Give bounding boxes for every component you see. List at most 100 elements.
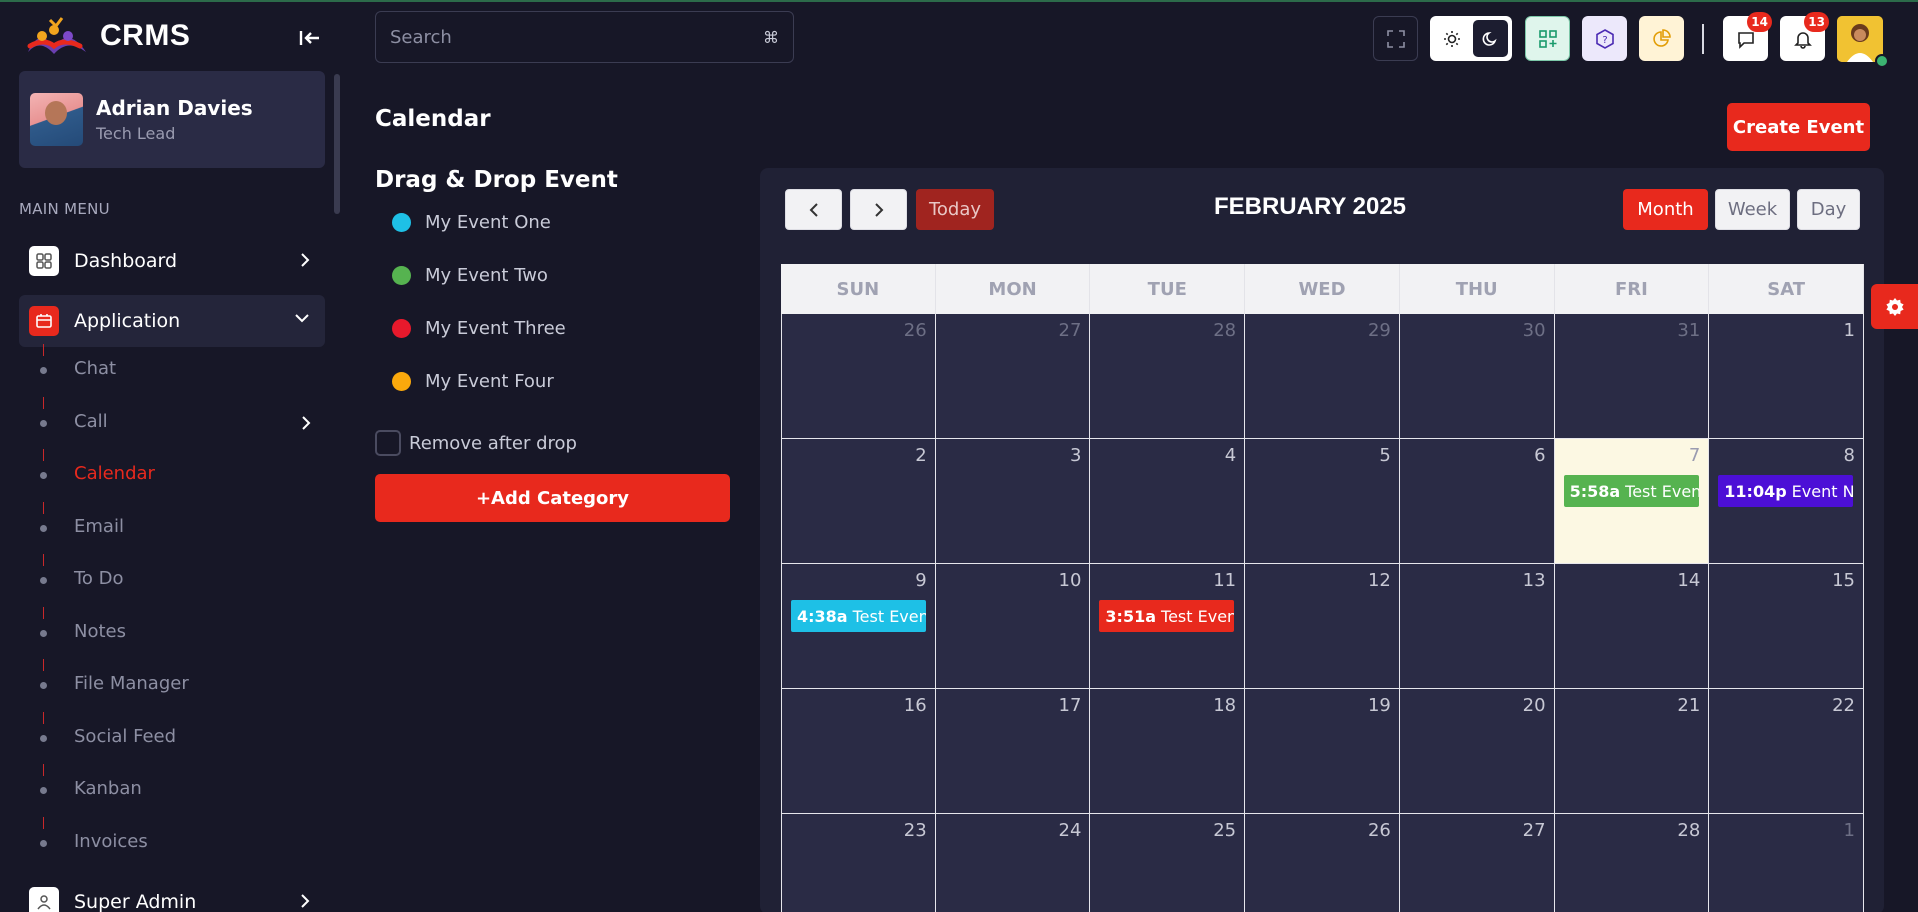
submenu-item-file-manager[interactable]: File Manager (0, 659, 340, 711)
day-number[interactable]: 26 (1368, 820, 1391, 841)
draggable-event[interactable]: My Event One (392, 208, 551, 236)
logo[interactable]: CRMS (20, 16, 190, 56)
user-profile-card[interactable]: Adrian Davies Tech Lead (19, 71, 325, 168)
moon-icon[interactable] (1473, 20, 1508, 57)
day-view-button[interactable]: Day (1797, 189, 1860, 230)
calendar-day-cell[interactable]: 15 (1709, 564, 1864, 689)
theme-toggle[interactable] (1430, 16, 1512, 61)
submenu-item-todo[interactable]: To Do (0, 554, 340, 606)
day-number[interactable]: 30 (1523, 320, 1546, 341)
create-event-button[interactable]: Create Event (1727, 103, 1870, 151)
day-number[interactable]: 1 (1844, 320, 1855, 341)
calendar-day-cell[interactable]: 18 (1090, 689, 1246, 814)
calendar-day-cell[interactable]: 23 (781, 814, 936, 912)
day-number[interactable]: 14 (1677, 570, 1700, 591)
next-month-button[interactable] (850, 189, 907, 230)
calendar-day-cell[interactable]: 11 3:51aTest Event (1090, 564, 1246, 689)
calendar-day-cell[interactable]: 26 (781, 314, 936, 439)
submenu-item-notes[interactable]: Notes (0, 607, 340, 659)
calendar-day-cell[interactable]: 29 (1245, 314, 1400, 439)
day-number[interactable]: 10 (1059, 570, 1082, 591)
day-number[interactable]: 17 (1059, 695, 1082, 716)
calendar-day-cell[interactable]: 9 4:38aTest Event (781, 564, 936, 689)
day-number[interactable]: 5 (1379, 445, 1390, 466)
day-number[interactable]: 3 (1070, 445, 1081, 466)
apps-button[interactable] (1525, 16, 1570, 61)
day-number[interactable]: 25 (1213, 820, 1236, 841)
calendar-day-cell[interactable]: 12 (1245, 564, 1400, 689)
calendar-event[interactable]: 3:51aTest Event (1099, 600, 1235, 632)
day-number[interactable]: 19 (1368, 695, 1391, 716)
search-input[interactable] (390, 26, 763, 48)
calendar-day-cell[interactable]: 24 (935, 814, 1091, 912)
help-button[interactable]: ? (1582, 16, 1627, 61)
calendar-day-cell[interactable]: 13 (1399, 564, 1555, 689)
week-view-button[interactable]: Week (1715, 189, 1790, 230)
add-category-button[interactable]: +Add Category (375, 474, 730, 522)
sidebar-scrollbar[interactable] (334, 74, 340, 214)
calendar-day-cell[interactable]: 28 (1554, 814, 1710, 912)
calendar-day-cell[interactable]: 14 (1554, 564, 1710, 689)
messages-button[interactable]: 14 (1723, 12, 1772, 61)
month-view-button[interactable]: Month (1623, 189, 1708, 230)
calendar-day-cell[interactable]: 31 (1554, 314, 1710, 439)
notifications-button[interactable]: 13 (1780, 12, 1829, 61)
calendar-day-cell[interactable]: 4 (1090, 439, 1246, 564)
calendar-day-cell[interactable]: 1 (1709, 314, 1864, 439)
user-avatar-button[interactable] (1837, 16, 1889, 68)
day-number[interactable]: 11 (1213, 570, 1236, 591)
calendar-day-cell[interactable]: 6 (1399, 439, 1555, 564)
calendar-day-cell[interactable]: 27 (935, 314, 1091, 439)
calendar-day-cell[interactable]: 7 5:58aTest Event (1554, 439, 1710, 564)
submenu-item-kanban[interactable]: Kanban (0, 764, 340, 816)
day-number[interactable]: 12 (1368, 570, 1391, 591)
calendar-day-cell[interactable]: 19 (1245, 689, 1400, 814)
day-number[interactable]: 1 (1844, 820, 1855, 841)
calendar-day-cell[interactable]: 20 (1399, 689, 1555, 814)
sidebar-item-dashboard[interactable]: Dashboard (19, 235, 325, 287)
calendar-event[interactable]: 11:04pEvent Na (1718, 475, 1854, 507)
day-number[interactable]: 15 (1832, 570, 1855, 591)
day-number[interactable]: 21 (1677, 695, 1700, 716)
draggable-event[interactable]: My Event Two (392, 261, 548, 289)
day-number[interactable]: 7 (1689, 445, 1700, 466)
day-number[interactable]: 20 (1523, 695, 1546, 716)
day-number[interactable]: 9 (915, 570, 926, 591)
reports-button[interactable] (1639, 16, 1684, 61)
calendar-day-cell[interactable]: 17 (935, 689, 1091, 814)
calendar-day-cell[interactable]: 10 (935, 564, 1091, 689)
day-number[interactable]: 22 (1832, 695, 1855, 716)
day-number[interactable]: 18 (1213, 695, 1236, 716)
submenu-item-invoices[interactable]: Invoices (0, 817, 340, 869)
calendar-event[interactable]: 5:58aTest Event (1563, 475, 1699, 507)
day-number[interactable]: 24 (1059, 820, 1082, 841)
draggable-event[interactable]: My Event Three (392, 314, 566, 342)
calendar-day-cell[interactable]: 21 (1554, 689, 1710, 814)
calendar-day-cell[interactable]: 25 (1090, 814, 1246, 912)
day-number[interactable]: 2 (915, 445, 926, 466)
calendar-day-cell[interactable]: 30 (1399, 314, 1555, 439)
remove-after-drop-checkbox[interactable] (375, 430, 401, 456)
settings-button[interactable] (1871, 284, 1918, 329)
calendar-day-cell[interactable]: 2 (781, 439, 936, 564)
submenu-item-social-feed[interactable]: Social Feed (0, 712, 340, 764)
calendar-day-cell[interactable]: 26 (1245, 814, 1400, 912)
calendar-day-cell[interactable]: 8 11:04pEvent Na (1709, 439, 1864, 564)
day-number[interactable]: 26 (904, 320, 927, 341)
day-number[interactable]: 28 (1213, 320, 1236, 341)
calendar-day-cell[interactable]: 27 (1399, 814, 1555, 912)
submenu-item-chat[interactable]: Chat (0, 344, 340, 396)
day-number[interactable]: 29 (1368, 320, 1391, 341)
day-number[interactable]: 27 (1059, 320, 1082, 341)
submenu-item-call[interactable]: Call (0, 397, 340, 449)
day-number[interactable]: 8 (1844, 445, 1855, 466)
day-number[interactable]: 16 (904, 695, 927, 716)
day-number[interactable]: 28 (1677, 820, 1700, 841)
calendar-day-cell[interactable]: 3 (935, 439, 1091, 564)
sidebar-item-application[interactable]: Application (19, 295, 325, 347)
today-button[interactable]: Today (916, 189, 994, 230)
calendar-day-cell[interactable]: 16 (781, 689, 936, 814)
day-number[interactable]: 13 (1523, 570, 1546, 591)
sun-icon[interactable] (1434, 20, 1469, 57)
calendar-day-cell[interactable]: 22 (1709, 689, 1864, 814)
